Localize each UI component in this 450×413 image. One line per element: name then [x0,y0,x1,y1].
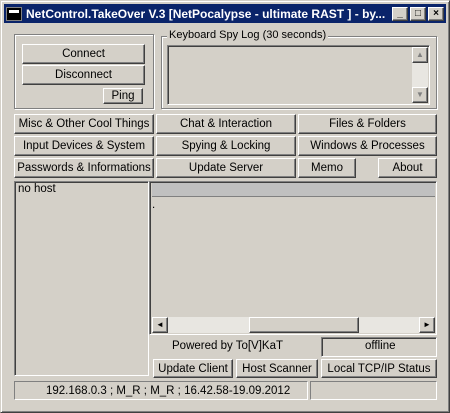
main-window: NetControl.TakeOver V.3 [NetPocalypse - … [0,0,450,413]
keylog-scrollbar[interactable]: ▲ ▼ [412,47,428,103]
scroll-up-icon[interactable]: ▲ [412,47,428,63]
window-title: NetControl.TakeOver V.3 [NetPocalypse - … [26,6,386,21]
connect-button[interactable]: Connect [22,44,145,64]
statusbar-text: 192.168.0.3 ; M_R ; M_R ; 16.42.58-19.09… [46,384,291,397]
output-panel[interactable] [149,181,437,335]
scroll-right-icon[interactable]: ► [419,317,435,333]
chat-button[interactable]: Chat & Interaction [156,114,296,134]
files-button[interactable]: Files & Folders [298,114,437,134]
ping-button[interactable]: Ping [103,88,143,104]
input-devices-button[interactable]: Input Devices & System [14,136,154,156]
connection-status: offline [365,340,396,352]
output-hscrollbar[interactable]: ◄ ► [152,317,435,333]
scroll-left-icon[interactable]: ◄ [152,317,168,333]
update-server-button[interactable]: Update Server [156,158,296,178]
maximize-icon: □ [414,7,422,19]
keylog-label: Keyboard Spy Log (30 seconds) [167,29,329,41]
keylog-textarea[interactable] [167,45,430,105]
passwords-button[interactable]: Passwords & Informations [14,158,154,178]
windows-processes-button[interactable]: Windows & Processes [298,136,437,156]
memo-button[interactable]: Memo [298,158,356,178]
misc-button[interactable]: Misc & Other Cool Things [14,114,154,134]
host-list[interactable] [14,181,149,376]
statusbar-info: 192.168.0.3 ; M_R ; M_R ; 16.42.58-19.09… [14,381,308,400]
output-header [152,183,435,197]
update-client-button[interactable]: Update Client [153,359,233,378]
statusbar-secondary [310,381,437,400]
minimize-button[interactable]: _ [392,6,408,21]
disconnect-button[interactable]: Disconnect [22,65,145,85]
close-button[interactable]: × [428,6,444,21]
spying-button[interactable]: Spying & Locking [156,136,296,156]
maximize-button[interactable]: □ [410,6,426,21]
title-bar[interactable]: NetControl.TakeOver V.3 [NetPocalypse - … [4,4,446,23]
app-icon[interactable] [6,6,22,21]
host-scanner-button[interactable]: Host Scanner [236,359,318,378]
about-button[interactable]: About [378,158,437,178]
powered-label: Powered by To[V]KaT [172,340,284,352]
local-tcp-button[interactable]: Local TCP/IP Status [321,359,437,378]
output-text: . [152,199,156,211]
minimize-icon: _ [397,7,403,19]
scroll-down-icon[interactable]: ▼ [412,87,428,103]
host-item[interactable]: no host [18,183,56,195]
close-icon: × [433,7,439,19]
scroll-thumb[interactable] [249,317,359,333]
